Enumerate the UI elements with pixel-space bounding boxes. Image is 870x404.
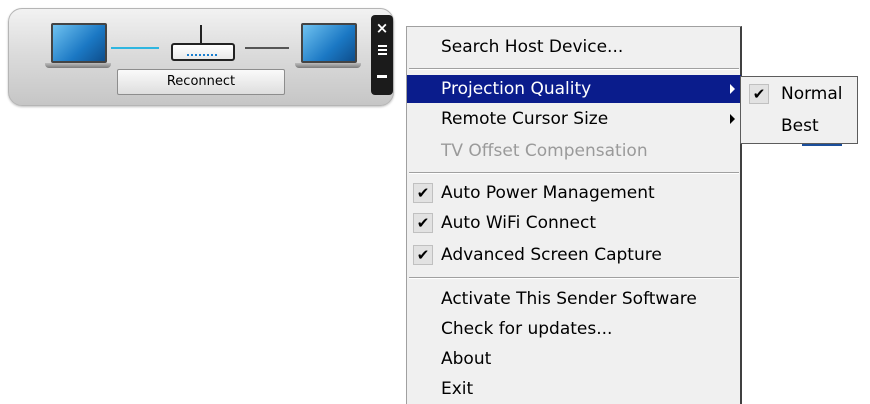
minimize-icon[interactable] bbox=[371, 67, 393, 87]
menu-item-label: About bbox=[441, 349, 492, 369]
menu-item-auto-wifi-connect[interactable]: ✔ Auto WiFi Connect bbox=[407, 209, 741, 237]
submenu-item-best[interactable]: Best bbox=[741, 111, 857, 141]
connection-widget: Reconnect × bbox=[8, 8, 394, 106]
submenu-arrow-icon bbox=[730, 84, 735, 94]
menu-item-label: Advanced Screen Capture bbox=[441, 245, 662, 265]
checkmark-icon: ✔ bbox=[413, 183, 433, 203]
wired-link-right bbox=[245, 47, 289, 49]
menu-item-about[interactable]: About bbox=[407, 345, 741, 373]
menu-item-auto-power-management[interactable]: ✔ Auto Power Management bbox=[407, 179, 741, 207]
checkmark-icon: ✔ bbox=[749, 84, 769, 104]
submenu-item-normal[interactable]: ✔ Normal bbox=[741, 79, 857, 109]
projection-quality-submenu: ✔ Normal Best bbox=[740, 76, 858, 144]
menu-item-label: Remote Cursor Size bbox=[441, 109, 609, 129]
background-window-edge bbox=[802, 144, 842, 146]
menu-item-tv-offset-compensation: TV Offset Compensation bbox=[407, 137, 741, 165]
hamburger-menu-icon[interactable] bbox=[371, 43, 393, 63]
router-icon bbox=[171, 25, 235, 61]
menu-item-exit[interactable]: Exit bbox=[407, 375, 741, 403]
menu-item-label: Auto Power Management bbox=[441, 183, 655, 203]
window-control-strip: × bbox=[371, 15, 393, 95]
menu-item-label: Check for updates... bbox=[441, 319, 613, 339]
wireless-link-left bbox=[111, 47, 159, 49]
menu-item-check-for-updates[interactable]: Check for updates... bbox=[407, 315, 741, 343]
close-icon[interactable]: × bbox=[371, 19, 393, 39]
menu-item-advanced-screen-capture[interactable]: ✔ Advanced Screen Capture bbox=[407, 241, 741, 269]
checkmark-icon: ✔ bbox=[413, 213, 433, 233]
checkmark-icon: ✔ bbox=[413, 245, 433, 265]
menu-item-search-host-device[interactable]: Search Host Device... bbox=[407, 33, 741, 61]
menu-item-label: Search Host Device... bbox=[441, 37, 624, 57]
menu-item-label: Exit bbox=[441, 379, 474, 399]
context-menu: Search Host Device... Projection Quality… bbox=[406, 26, 742, 404]
submenu-item-label: Best bbox=[781, 116, 819, 136]
menu-item-remote-cursor-size[interactable]: Remote Cursor Size bbox=[407, 105, 741, 133]
reconnect-button[interactable]: Reconnect bbox=[117, 69, 285, 95]
menu-separator bbox=[409, 172, 739, 174]
menu-separator bbox=[409, 68, 739, 70]
menu-item-label: Projection Quality bbox=[441, 79, 592, 99]
menu-item-projection-quality[interactable]: Projection Quality bbox=[407, 75, 741, 103]
submenu-arrow-icon bbox=[730, 114, 735, 124]
menu-item-label: TV Offset Compensation bbox=[441, 141, 648, 161]
menu-item-label: Activate This Sender Software bbox=[441, 289, 697, 309]
menu-item-activate-sender-software[interactable]: Activate This Sender Software bbox=[407, 285, 741, 313]
menu-separator bbox=[409, 277, 739, 279]
submenu-item-label: Normal bbox=[781, 84, 843, 104]
menu-item-label: Auto WiFi Connect bbox=[441, 213, 596, 233]
